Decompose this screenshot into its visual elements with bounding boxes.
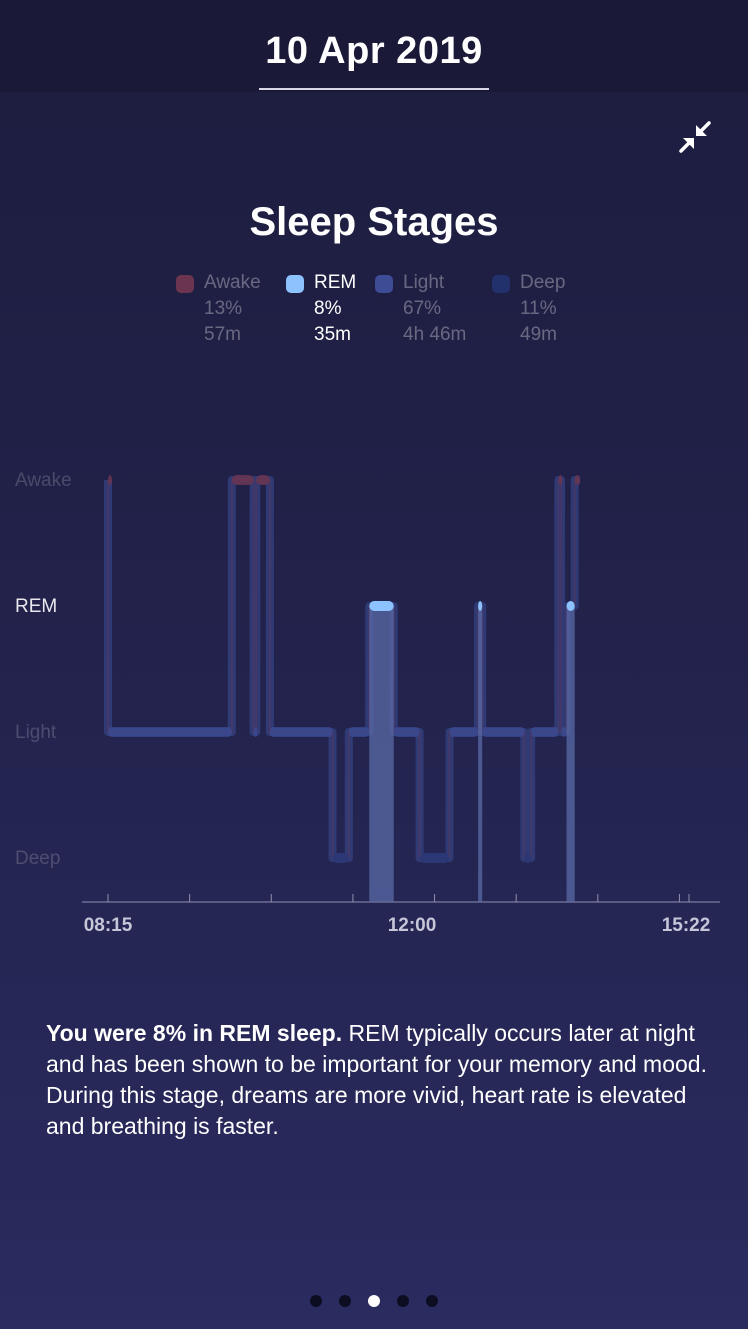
date-label[interactable]: 10 Apr 2019 xyxy=(0,30,748,73)
page-dot-2[interactable] xyxy=(339,1295,351,1307)
deep-segment xyxy=(524,853,532,863)
x-axis-label: 15:22 xyxy=(662,915,711,936)
stage-description: You were 8% in REM sleep. REM typically … xyxy=(46,1018,716,1142)
x-axis-label: 08:15 xyxy=(84,915,133,936)
legend-swatch-deep xyxy=(492,275,510,293)
description-highlight: You were 8% in REM sleep. xyxy=(46,1020,343,1046)
light-segment xyxy=(449,727,479,737)
date-header: 10 Apr 2019 xyxy=(0,0,748,92)
hypnogram-outline xyxy=(107,479,581,859)
legend-percent-awake: 13% xyxy=(204,298,243,319)
page-dot-1[interactable] xyxy=(310,1295,322,1307)
collapse-arrows-icon xyxy=(679,121,711,153)
legend-duration-awake: 57m xyxy=(204,324,241,345)
deep-segment xyxy=(419,853,450,863)
page-dot-4[interactable] xyxy=(397,1295,409,1307)
rem-segment xyxy=(566,601,575,611)
awake-segment xyxy=(108,475,112,485)
rem-segment xyxy=(478,601,483,611)
legend-percent-deep: 11% xyxy=(520,298,557,319)
legend-percent-light: 67% xyxy=(403,298,442,319)
awake-segment xyxy=(231,475,254,485)
legend-duration-deep: 49m xyxy=(520,324,557,345)
rem-segment xyxy=(369,601,394,611)
light-segment xyxy=(531,727,559,737)
light-segment xyxy=(253,727,258,737)
y-axis-label-light: Light xyxy=(15,722,57,743)
rem-column xyxy=(369,606,394,902)
light-segment xyxy=(561,727,567,737)
legend-swatch-awake xyxy=(176,275,194,293)
page-dot-5[interactable] xyxy=(426,1295,438,1307)
light-segment xyxy=(482,727,525,737)
rem-column xyxy=(478,606,483,902)
y-axis-label-deep: Deep xyxy=(15,848,60,869)
legend-duration-rem: 35m xyxy=(314,324,351,345)
awake-segment xyxy=(558,475,563,485)
legend-name-awake: Awake xyxy=(204,272,261,293)
awake-segment xyxy=(256,475,270,485)
date-underline xyxy=(259,88,489,90)
legend-name-light: Light xyxy=(403,272,445,293)
x-axis-label: 12:00 xyxy=(388,915,437,936)
awake-segment xyxy=(574,475,581,485)
legend-swatch-light xyxy=(375,275,393,293)
page-title: Sleep Stages xyxy=(249,200,499,244)
rem-column xyxy=(566,606,575,902)
page-dot-3[interactable] xyxy=(368,1295,380,1307)
light-segment xyxy=(108,727,232,737)
sleep-stages-chart[interactable]: Awake REM Light Deep 08:15 12:00 15:22 xyxy=(0,440,748,950)
legend-name-deep: Deep xyxy=(520,272,566,293)
y-axis-label-awake: Awake xyxy=(15,470,72,491)
y-axis-label-rem: REM xyxy=(15,596,57,617)
legend-duration-light: 4h 46m xyxy=(403,324,467,345)
light-segment xyxy=(269,727,333,737)
light-segment xyxy=(348,727,370,737)
deep-segment xyxy=(332,853,349,863)
hypnogram-line xyxy=(104,476,581,862)
page-indicator xyxy=(0,1295,748,1307)
collapse-button[interactable] xyxy=(672,114,718,160)
light-segment xyxy=(393,727,420,737)
legend-swatch-rem xyxy=(286,275,304,293)
legend-name-rem: REM xyxy=(314,272,357,293)
legend-percent-rem: 8% xyxy=(314,298,342,319)
